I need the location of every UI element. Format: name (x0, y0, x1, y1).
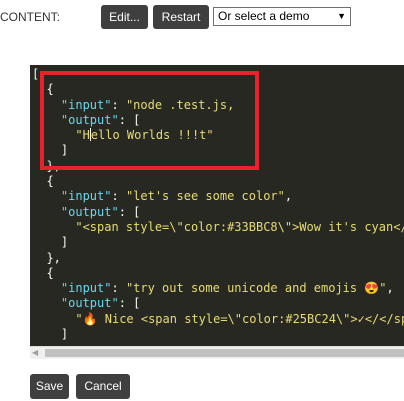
json-colon: : (111, 281, 126, 296)
cancel-button[interactable]: Cancel (76, 374, 130, 399)
code-line: "🔥 Nice <span style=\"color:#25BC24\">✓<… (32, 311, 404, 326)
code-line: { (32, 265, 54, 280)
json-comma: , (386, 281, 394, 296)
save-button[interactable]: Save (30, 374, 69, 399)
scroll-left-icon[interactable]: ◀ (32, 348, 38, 358)
code-line: }, (32, 250, 61, 265)
code-line: ] (32, 327, 69, 342)
edit-button[interactable]: Edit... (101, 5, 148, 29)
code-line: "output": [ (32, 296, 404, 311)
json-key-input: "input" (32, 189, 112, 204)
chevron-down-icon: ▼ (337, 11, 346, 21)
json-string-value: "let's see some color" (125, 189, 285, 204)
horizontal-scrollbar[interactable]: ◀ (30, 346, 404, 359)
json-colon: : (111, 189, 126, 204)
code-line: { (32, 174, 54, 189)
code-line: "output": [ (32, 205, 404, 220)
code-line: ] (32, 235, 69, 250)
code-line: "input": "try out some unicode and emoji… (32, 281, 404, 296)
code-line: "<span style=\"color:#33BBC8\">Wow it's … (32, 219, 404, 234)
json-comma: , (284, 189, 293, 204)
demo-select-value: Or select a demo (218, 9, 310, 23)
scrollbar-thumb[interactable] (45, 349, 404, 357)
code-line: "input": "let's see some color", (32, 189, 404, 204)
json-punc: : [ (118, 296, 141, 311)
json-key-output: "output" (32, 296, 119, 311)
content-label: CONTENT: (0, 10, 60, 24)
demo-select[interactable]: Or select a demo ▼ (213, 7, 351, 26)
highlight-annotation-box (40, 71, 259, 170)
restart-button[interactable]: Restart (153, 5, 209, 29)
json-key-input: "input" (32, 281, 112, 296)
json-string-value: "try out some unicode and emojis 😍" (125, 281, 387, 296)
json-key-output: "output" (32, 204, 119, 219)
json-punc: : [ (118, 204, 141, 219)
json-demo-editor-page: CONTENT: Edit... Restart Or select a dem… (0, 0, 404, 401)
